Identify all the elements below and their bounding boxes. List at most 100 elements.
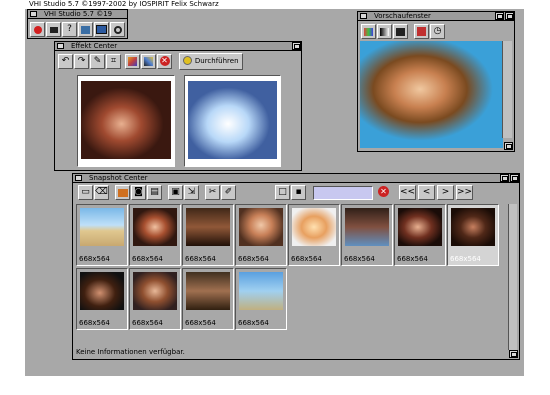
- thumbnail-image: [345, 208, 389, 246]
- snapshot-thumbnail[interactable]: 668x564: [235, 268, 287, 330]
- effekt-zoom-button[interactable]: [292, 42, 301, 50]
- snapshot-thumbnail[interactable]: 668x564: [129, 268, 181, 330]
- redo-button[interactable]: ↷: [74, 54, 89, 69]
- snapshot-close-button[interactable]: [75, 175, 82, 181]
- snapshot-thumbnail[interactable]: 668x564: [288, 204, 340, 266]
- thumbnail-caption: 668x564: [397, 255, 428, 263]
- snapshot-resize-handle[interactable]: [509, 350, 518, 358]
- stop-button[interactable]: ✕: [376, 185, 391, 200]
- thumbnail-image: [239, 208, 283, 246]
- camera-button[interactable]: [46, 22, 61, 37]
- disk-icon: ▣: [171, 187, 180, 197]
- preview-color-button[interactable]: [361, 24, 376, 39]
- new-snapshot-button[interactable]: ▭: [78, 185, 93, 200]
- film-reel-button[interactable]: [110, 22, 125, 37]
- effekt-center-window: Effekt Center ↶ ↷ ✎ ⌗ ✕ Durchführen: [54, 41, 302, 171]
- export-icon: ⇲: [187, 187, 196, 197]
- crop-button[interactable]: ⌗: [106, 54, 121, 69]
- snapshot-thumbnail[interactable]: 668x564: [394, 204, 446, 266]
- thumbnail-image: [80, 272, 124, 310]
- folder-icon: [117, 189, 128, 197]
- snapshot-center-title-text: Snapshot Center: [89, 174, 148, 182]
- execute-label: Durchführen: [194, 57, 239, 65]
- thumbnail-image: [133, 272, 177, 310]
- view-small-button[interactable]: □: [275, 185, 290, 200]
- thumbnail-caption: 668x564: [238, 319, 269, 327]
- snapshot-thumbnail[interactable]: 668x564: [182, 268, 234, 330]
- thumbnail-caption: 668x564: [79, 255, 110, 263]
- help-icon: ?: [67, 24, 72, 34]
- help-button[interactable]: ?: [62, 22, 77, 37]
- tools-button[interactable]: ✂: [205, 185, 220, 200]
- snapshot-thumbnail[interactable]: 668x564: [76, 268, 128, 330]
- nav-prev-button[interactable]: <: [418, 185, 435, 200]
- camera-snapshot-button[interactable]: ◙: [131, 185, 146, 200]
- thumbnail-caption: 668x564: [344, 255, 375, 263]
- tools-icon: ✂: [208, 187, 217, 197]
- snapshot-scrollbar[interactable]: [508, 204, 517, 350]
- effekt-result-image[interactable]: [188, 81, 277, 159]
- gradient-icon: [144, 57, 153, 66]
- cancel-effect-button[interactable]: ✕: [157, 54, 172, 69]
- camera-icon: ◙: [134, 187, 143, 197]
- brush-button[interactable]: ✎: [90, 54, 105, 69]
- thumbnail-image: [80, 208, 124, 246]
- execute-button[interactable]: Durchführen: [179, 53, 243, 70]
- palette-button[interactable]: [125, 54, 140, 69]
- snapshot-zoom-button[interactable]: [510, 174, 519, 182]
- preview-timer-button[interactable]: ◷: [430, 24, 445, 39]
- gradient-button[interactable]: [141, 54, 156, 69]
- snapshot-thumbnail[interactable]: 668x564: [447, 204, 499, 266]
- film-strip-icon: ▤: [150, 187, 159, 197]
- preview-window: Vorschaufenster ◷: [357, 11, 515, 152]
- snapshot-thumbnail[interactable]: 668x564: [182, 204, 234, 266]
- record-button[interactable]: [30, 22, 45, 37]
- settings-icon: [81, 26, 90, 34]
- snapshot-depth-button[interactable]: [500, 174, 509, 182]
- disk-save-button[interactable]: ▣: [168, 185, 183, 200]
- snapshot-thumbnail[interactable]: 668x564: [341, 204, 393, 266]
- thumbnail-caption: 668x564: [185, 255, 216, 263]
- color-bars-icon: [364, 28, 373, 36]
- preview-close-button[interactable]: [360, 13, 367, 19]
- preview-title[interactable]: Vorschaufenster: [358, 12, 514, 21]
- main-window-close-button[interactable]: [30, 11, 37, 17]
- contrast-icon: [396, 28, 405, 36]
- export-button[interactable]: ⇲: [184, 185, 199, 200]
- preview-mono-button[interactable]: [377, 24, 392, 39]
- preview-video[interactable]: [360, 41, 503, 148]
- thumbnail-grid: 668x564 668x564 668x564 668x564 668x564 668x5…: [76, 204, 501, 332]
- open-folder-button[interactable]: [115, 185, 130, 200]
- preview-depth-button[interactable]: [495, 12, 504, 20]
- snapshot-center-title[interactable]: Snapshot Center: [73, 174, 519, 183]
- batch-capture-button[interactable]: ▤: [147, 185, 162, 200]
- snapshot-thumbnail[interactable]: 668x564: [235, 204, 287, 266]
- preview-title-text: Vorschaufenster: [374, 12, 431, 20]
- nav-next-button[interactable]: >: [437, 185, 454, 200]
- view-large-button[interactable]: ▪: [291, 185, 306, 200]
- effekt-close-button[interactable]: [57, 43, 64, 49]
- preview-bw-button[interactable]: [393, 24, 408, 39]
- execute-icon: [183, 56, 192, 65]
- main-window-title[interactable]: VHI Studio 5.7 ©19: [28, 10, 127, 19]
- settings-button[interactable]: [78, 22, 93, 37]
- monitor-button[interactable]: [94, 22, 109, 37]
- paint-button[interactable]: ✐: [221, 185, 236, 200]
- effekt-center-title[interactable]: Effekt Center: [55, 42, 301, 51]
- preview-scrollbar[interactable]: [502, 41, 512, 138]
- nav-last-button[interactable]: >>: [456, 185, 473, 200]
- clock-icon: ◷: [433, 26, 442, 36]
- snapshot-thumbnail[interactable]: 668x564: [129, 204, 181, 266]
- effekt-source-image[interactable]: [81, 81, 171, 159]
- progress-field: [313, 186, 373, 200]
- snapshot-thumbnail[interactable]: 668x564: [76, 204, 128, 266]
- delete-snapshot-button[interactable]: ⌫: [94, 185, 109, 200]
- preview-resize-handle[interactable]: [504, 142, 513, 150]
- thumbnail-caption: 668x564: [185, 319, 216, 327]
- nav-first-button[interactable]: <<: [399, 185, 416, 200]
- main-window-title-text: VHI Studio 5.7 ©19: [44, 10, 113, 18]
- main-window: VHI Studio 5.7 ©19 ?: [27, 9, 128, 39]
- undo-button[interactable]: ↶: [58, 54, 73, 69]
- preview-capture-button[interactable]: [414, 24, 429, 39]
- preview-zoom-button[interactable]: [505, 12, 514, 20]
